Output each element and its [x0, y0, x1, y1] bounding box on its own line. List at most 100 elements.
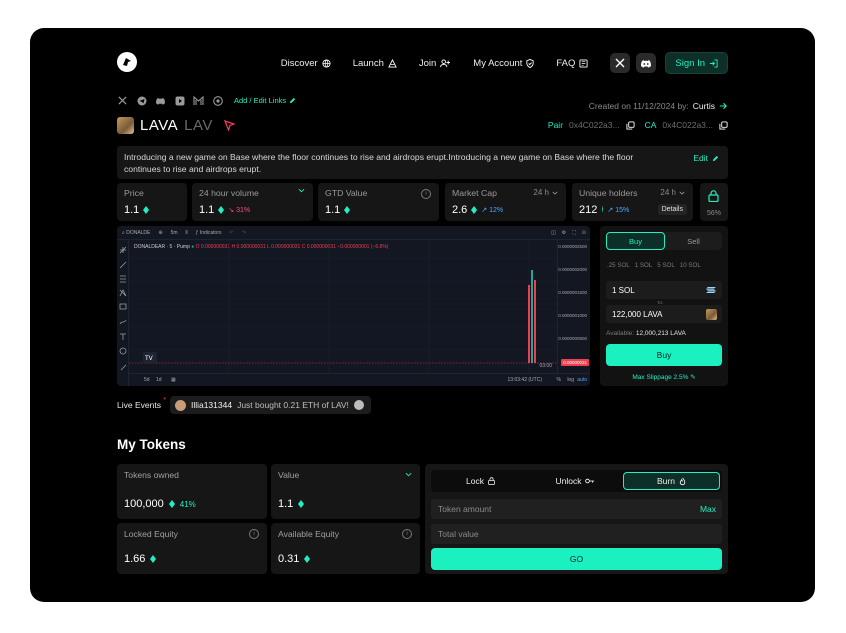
range-5d[interactable]: 5d [144, 377, 150, 383]
stat-price: Price 1.1 [117, 183, 187, 221]
nav-faq[interactable]: FAQ [556, 58, 588, 69]
action-tabs: Lock Unlock Burn [431, 470, 722, 492]
preset-025-sol[interactable]: .25 SOL [607, 262, 630, 269]
youtube-icon[interactable] [174, 95, 185, 106]
token-amount-input[interactable]: Token amount Max [431, 499, 722, 519]
app-window: Discover Launch Join My Account FAQ Sign… [30, 28, 815, 602]
receive-amount-input[interactable]: 122,000 LAVA [606, 305, 722, 323]
paper-plane-icon[interactable] [223, 120, 235, 131]
candle-area: TV [129, 240, 557, 373]
nav-my-account[interactable]: My Account [473, 58, 535, 69]
preset-10-sol[interactable]: 10 SOL [680, 262, 701, 269]
drawing-tools[interactable] [117, 240, 129, 380]
amount-presets: .25 SOL 1 SOL 5 SOL 10 SOL [607, 262, 701, 269]
unlock-tab[interactable]: Unlock [528, 472, 623, 490]
symbol-search[interactable]: ⌕ DONALDE [122, 230, 150, 236]
lock-tab[interactable]: Lock [433, 472, 528, 490]
max-slippage[interactable]: Max Slippage 2.5% ✎ [600, 373, 728, 381]
preset-1-sol[interactable]: 1 SOL [635, 262, 653, 269]
person-icon: ⍿ [601, 205, 604, 214]
buy-tab[interactable]: Buy [606, 232, 665, 250]
nav-discover[interactable]: Discover [281, 58, 331, 69]
locked-percentage: 56% [700, 183, 728, 221]
details-button[interactable]: Details [657, 204, 687, 215]
discord-icon [640, 59, 652, 68]
burn-tab[interactable]: Burn [623, 472, 720, 490]
pencil-icon [712, 155, 719, 162]
discord-icon[interactable] [155, 95, 166, 106]
copy-icon[interactable] [719, 120, 728, 130]
edit-description-button[interactable]: Edit [693, 152, 719, 164]
add-symbol-icon[interactable]: ⊕ [158, 230, 162, 236]
info-icon[interactable]: i [421, 189, 431, 199]
available-equity-card: Available Equity i 0.31 [271, 523, 420, 574]
svg-text:TV: TV [144, 355, 154, 362]
log-toggle[interactable]: log [567, 377, 574, 383]
sell-tab[interactable]: Sell [665, 232, 722, 250]
eth-icon [471, 206, 478, 214]
compare-icon[interactable]: ◫ [551, 230, 556, 236]
eth-icon [344, 206, 351, 214]
x-icon [615, 58, 625, 68]
settings-icon[interactable]: ⚙ [562, 230, 566, 236]
stat-gtd-value: GTD Value i 1.1 [318, 183, 439, 221]
pay-amount-input[interactable]: 1 SOL [606, 281, 722, 299]
go-button[interactable]: GO [431, 548, 722, 570]
undo-icon[interactable]: ↶ [230, 230, 234, 236]
creator-link[interactable]: Curtis [693, 101, 715, 111]
live-indicator: * [163, 397, 166, 404]
telegram-icon[interactable] [136, 95, 147, 106]
price-chart[interactable]: ⌕ DONALDE ⊕ 5m ⫴ ƒ Indicators ↶ ↷ ◫ ⚙ ⛶ … [117, 226, 590, 386]
eth-icon [304, 555, 311, 563]
add-edit-links[interactable]: Add / Edit Links [234, 96, 296, 105]
arrow-right-icon[interactable] [719, 102, 728, 110]
chevron-down-icon[interactable] [405, 472, 412, 477]
created-info: Created on 11/12/2024 by: Curtis [589, 101, 728, 111]
pencil-icon [289, 97, 296, 104]
candle-type-icon[interactable]: ⫴ [186, 230, 188, 236]
nav-launch[interactable]: Launch [353, 58, 397, 69]
total-value-input[interactable]: Total value [431, 524, 722, 544]
users-icon [440, 58, 451, 68]
calendar-icon[interactable]: ▦ [171, 377, 176, 383]
sign-in-button[interactable]: Sign In [665, 52, 728, 74]
x-icon[interactable] [117, 95, 128, 106]
utc-clock[interactable]: 13:03:42 (UTC) [508, 377, 542, 383]
drawing-toolbar [117, 240, 129, 386]
max-button[interactable]: Max [700, 504, 716, 514]
x-button[interactable] [610, 53, 631, 73]
chevron-down-icon[interactable] [298, 188, 305, 193]
buy-button[interactable]: Buy [606, 344, 722, 366]
period-select[interactable]: 24 h [533, 188, 558, 197]
info-icon[interactable]: i [402, 529, 412, 539]
eth-icon [218, 206, 225, 214]
gitbook-icon[interactable] [193, 95, 204, 106]
percent-toggle[interactable]: % [557, 377, 561, 383]
interval-select[interactable]: 5m [171, 230, 178, 236]
live-event-item[interactable]: Illia131344 Just bought 0.21 ETH of LAV! [169, 396, 371, 414]
range-1d[interactable]: 1d [156, 377, 162, 383]
price-axis[interactable]: 0.0000002500 0.0000002000 0.0000001500 0… [557, 240, 590, 373]
copy-icon[interactable] [626, 120, 635, 130]
auto-toggle[interactable]: auto [577, 377, 587, 383]
info-icon[interactable]: i [249, 529, 259, 539]
nav-join[interactable]: Join [419, 58, 451, 69]
camera-icon[interactable]: ⊙ [582, 230, 586, 236]
chart-footer: 5d 1d ▦ 13:03:42 (UTC) % log auto [129, 373, 590, 386]
value-card: Value 1.1 [271, 464, 420, 519]
fullscreen-icon[interactable]: ⛶ [572, 230, 576, 236]
discord-button[interactable] [636, 53, 657, 73]
social-links: Add / Edit Links [117, 95, 296, 106]
reddit-icon[interactable] [212, 95, 223, 106]
period-select[interactable]: 24 h [660, 188, 685, 197]
trade-panel: Buy Sell .25 SOL 1 SOL 5 SOL 10 SOL 1 SO… [600, 226, 728, 386]
logo[interactable] [117, 52, 137, 72]
token-avatar [706, 308, 717, 320]
stat-unique-holders: Unique holders 24 h 212 ⍿ ↗ 15% Details [572, 183, 693, 221]
globe-icon [322, 58, 331, 68]
preset-5-sol[interactable]: 5 SOL [657, 262, 675, 269]
indicators-button[interactable]: ƒ Indicators [196, 230, 222, 236]
redo-icon[interactable]: ↷ [242, 230, 246, 236]
solana-icon [706, 286, 716, 294]
candle [531, 270, 533, 363]
